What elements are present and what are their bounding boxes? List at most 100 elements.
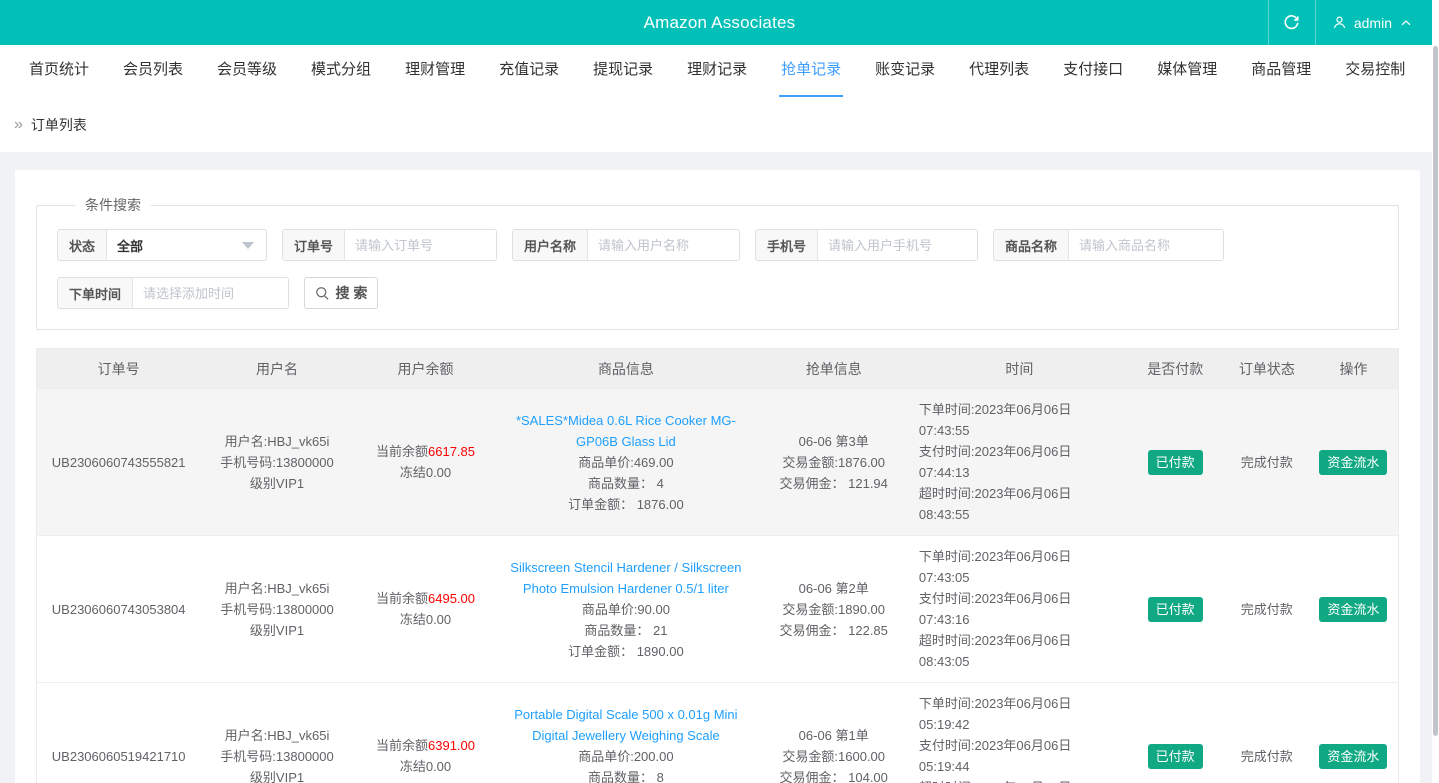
paid-time: 支付时间:2023年06月06日 07:44:13: [919, 441, 1120, 483]
user-name-text: 用户名:HBJ_vk65i: [206, 578, 347, 599]
main-nav: 首页统计 会员列表 会员等级 模式分组 理财管理 充值记录 提现记录 理财记录 …: [0, 45, 1439, 97]
scrollbar-thumb[interactable]: [1433, 46, 1438, 736]
nav-tab[interactable]: 代理列表: [967, 45, 1031, 97]
paid-cell: 已付款: [1126, 450, 1225, 475]
paid-status-badge: 已付款: [1148, 450, 1203, 475]
user-level-text: 级别VIP1: [206, 620, 347, 641]
col-header-time: 时间: [913, 359, 1126, 379]
nav-tab[interactable]: 账变记录: [873, 45, 937, 97]
nav-tab[interactable]: 媒体管理: [1155, 45, 1219, 97]
paid-time: 支付时间:2023年06月06日 05:19:44: [919, 735, 1120, 777]
app-header: Amazon Associates admin: [0, 0, 1439, 45]
orders-table: 订单号 用户名 用户余额 商品信息 抢单信息 时间 是否付款 订单状态 操作 U…: [36, 348, 1399, 783]
order-status: 完成付款: [1225, 599, 1309, 620]
product-total: 订单金额： 1890.00: [503, 641, 748, 662]
product-price: 商品单价:469.00: [503, 452, 748, 473]
product-link[interactable]: Silkscreen Stencil Hardener / Silkscreen…: [503, 557, 748, 599]
refresh-button[interactable]: [1268, 0, 1316, 45]
nav-tab[interactable]: 理财记录: [685, 45, 749, 97]
nav-tab[interactable]: 充值记录: [497, 45, 561, 97]
balance-label: 当前余额: [376, 444, 428, 459]
product-link[interactable]: Portable Digital Scale 500 x 0.01g Mini …: [503, 704, 748, 746]
table-body: UB2306060743555821 用户名:HBJ_vk65i 手机号码:13…: [37, 388, 1398, 783]
nav-tab[interactable]: 理财管理: [403, 45, 467, 97]
timeout-time: 超时时间:2023年06月06日 08:43:55: [919, 483, 1120, 525]
username-input[interactable]: [588, 230, 739, 260]
paid-time: 支付时间:2023年06月06日 07:43:16: [919, 588, 1120, 630]
user-name-text: 用户名:HBJ_vk65i: [206, 431, 347, 452]
nav-tab[interactable]: 模式分组: [309, 45, 373, 97]
balance-amount: 6617.85: [428, 444, 475, 459]
nav-tab[interactable]: 首页统计: [27, 45, 91, 97]
grab-info: 06-06 第3单 交易金额:1876.00 交易佣金： 121.94: [755, 431, 913, 494]
nav-tab[interactable]: 会员列表: [121, 45, 185, 97]
search-button-label: 搜 索: [336, 283, 368, 303]
order-no-field: 订单号: [282, 229, 497, 261]
username-field: 用户名称: [512, 229, 740, 261]
nav-tab[interactable]: 抢单记录: [779, 45, 843, 97]
product-name-input[interactable]: [1069, 230, 1223, 260]
chevron-down-icon: [242, 242, 254, 249]
fund-flow-button[interactable]: 资金流水: [1319, 744, 1387, 769]
order-status: 完成付款: [1225, 746, 1309, 767]
order-status: 完成付款: [1225, 452, 1309, 473]
phone-label: 手机号: [756, 230, 818, 260]
user-info: 用户名:HBJ_vk65i 手机号码:13800000 级别VIP1: [200, 578, 353, 641]
col-header-grab-info: 抢单信息: [755, 359, 913, 379]
grab-amount: 交易金额:1600.00: [761, 746, 907, 767]
user-menu[interactable]: admin: [1316, 0, 1431, 45]
phone-input[interactable]: [818, 230, 977, 260]
grab-sequence: 06-06 第2单: [761, 578, 907, 599]
product-info: Silkscreen Stencil Hardener / Silkscreen…: [497, 557, 754, 662]
fund-flow-button[interactable]: 资金流水: [1319, 597, 1387, 622]
table-row: UB2306060743555821 用户名:HBJ_vk65i 手机号码:13…: [37, 388, 1398, 535]
product-qty: 商品数量： 21: [503, 620, 748, 641]
page-scrollbar[interactable]: [1432, 0, 1439, 783]
balance-info: 当前余额6495.00 冻结0.00: [354, 588, 498, 630]
username-label: 用户名称: [513, 230, 588, 260]
filter-row-1: 状态 全部 订单号 用户名称 手机号 商品名称: [57, 229, 1378, 261]
order-time-label: 下单时间: [58, 278, 133, 308]
status-selected-value: 全部: [107, 230, 242, 260]
status-select[interactable]: 状态 全部: [57, 229, 267, 261]
time-info: 下单时间:2023年06月06日 05:19:42 支付时间:2023年06月0…: [913, 693, 1126, 783]
user-level-text: 级别VIP1: [206, 473, 347, 494]
balance-label: 当前余额: [376, 591, 428, 606]
user-info: 用户名:HBJ_vk65i 手机号码:13800000 级别VIP1: [200, 725, 353, 783]
order-time-field: 下单时间: [57, 277, 289, 309]
search-button[interactable]: 搜 索: [304, 277, 378, 309]
user-name-text: 用户名:HBJ_vk65i: [206, 725, 347, 746]
user-level-text: 级别VIP1: [206, 767, 347, 783]
product-price: 商品单价:90.00: [503, 599, 748, 620]
grab-commission: 交易佣金： 122.85: [761, 620, 907, 641]
user-icon: [1332, 15, 1347, 30]
search-panel-legend: 条件搜索: [75, 195, 151, 215]
col-header-order-no: 订单号: [37, 359, 200, 379]
product-link[interactable]: *SALES*Midea 0.6L Rice Cooker MG-GP06B G…: [503, 410, 748, 452]
status-label: 状态: [58, 230, 107, 260]
balance-label: 当前余额: [376, 738, 428, 753]
nav-tab[interactable]: 交易控制: [1343, 45, 1407, 97]
balance-info: 当前余额6391.00 冻结0.00: [354, 735, 498, 777]
paid-cell: 已付款: [1126, 744, 1225, 769]
grab-info: 06-06 第1单 交易金额:1600.00 交易佣金： 104.00: [755, 725, 913, 783]
nav-tab[interactable]: 商品管理: [1249, 45, 1313, 97]
order-no-input[interactable]: [345, 230, 496, 260]
user-name: admin: [1354, 15, 1392, 31]
order-number: UB2306060743555821: [37, 452, 200, 473]
product-info: *SALES*Midea 0.6L Rice Cooker MG-GP06B G…: [497, 410, 754, 515]
frozen-amount: 冻结0.00: [360, 756, 492, 777]
grab-info: 06-06 第2单 交易金额:1890.00 交易佣金： 122.85: [755, 578, 913, 641]
nav-tab[interactable]: 支付接口: [1061, 45, 1125, 97]
nav-tab[interactable]: 会员等级: [215, 45, 279, 97]
time-info: 下单时间:2023年06月06日 07:43:55 支付时间:2023年06月0…: [913, 399, 1126, 525]
grab-amount: 交易金额:1890.00: [761, 599, 907, 620]
balance-amount: 6495.00: [428, 591, 475, 606]
phone-field: 手机号: [755, 229, 978, 261]
fund-flow-button[interactable]: 资金流水: [1319, 450, 1387, 475]
timeout-time: 超时时间:2023年06月06日 06:19:42: [919, 777, 1120, 783]
nav-tab[interactable]: 提现记录: [591, 45, 655, 97]
order-time-input[interactable]: [133, 278, 288, 308]
page-title: 订单列表: [31, 115, 87, 135]
table-row: UB2306060743053804 用户名:HBJ_vk65i 手机号码:13…: [37, 535, 1398, 682]
